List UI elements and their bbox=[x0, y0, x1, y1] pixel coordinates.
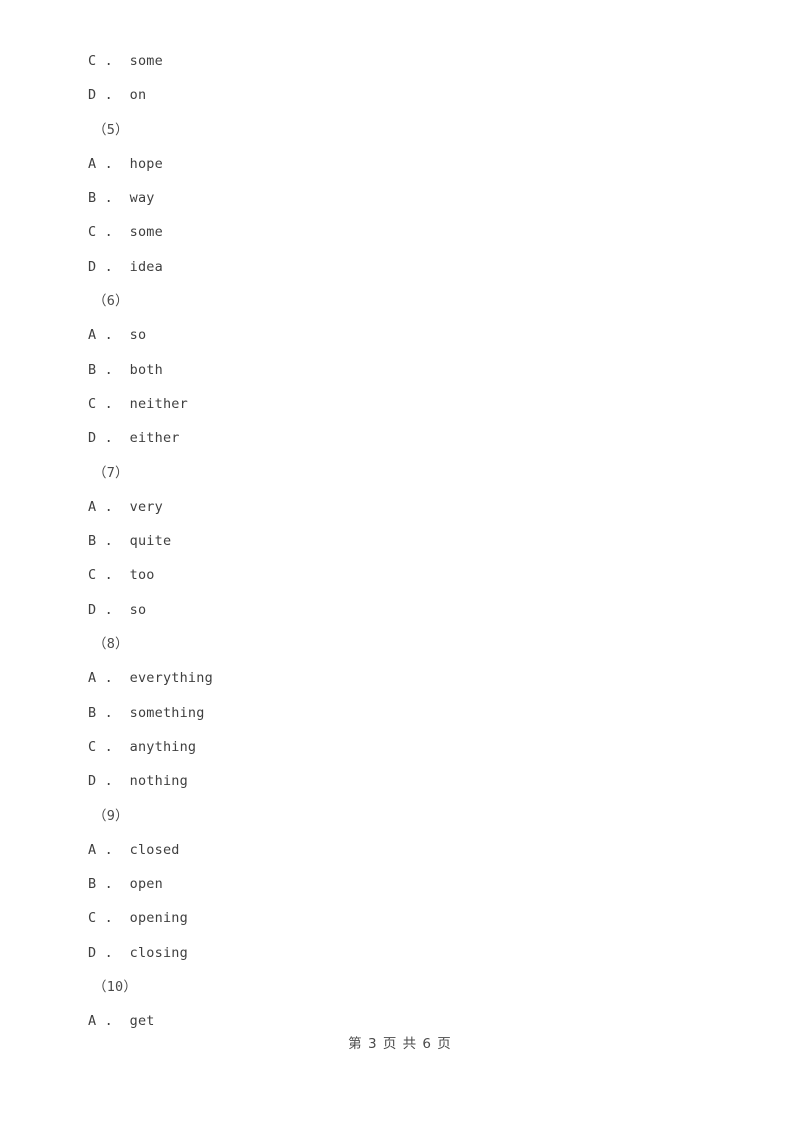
answer-option[interactable]: C . anything bbox=[88, 730, 708, 764]
answer-option[interactable]: C . some bbox=[88, 215, 708, 249]
question-number: （6） bbox=[93, 293, 129, 310]
question-number: （7） bbox=[93, 464, 129, 481]
exam-options-list: C . some D . on （5） A . hope B . way C . some… bbox=[88, 44, 708, 1039]
answer-option[interactable]: C . opening bbox=[88, 901, 708, 935]
answer-option[interactable]: D . so bbox=[88, 593, 708, 627]
answer-option[interactable]: A . closed bbox=[88, 833, 708, 867]
answer-option[interactable]: D . closing bbox=[88, 936, 708, 970]
question-number: （10） bbox=[93, 979, 138, 996]
answer-option[interactable]: B . way bbox=[88, 181, 708, 215]
answer-option[interactable]: C . too bbox=[88, 558, 708, 592]
question-number: （9） bbox=[93, 807, 129, 824]
question-number: （5） bbox=[93, 121, 129, 138]
page-number-footer: 第 3 页 共 6 页 bbox=[348, 1036, 452, 1052]
answer-option[interactable]: C . some bbox=[88, 44, 708, 78]
question-number: （8） bbox=[93, 636, 129, 653]
answer-option[interactable]: A . very bbox=[88, 490, 708, 524]
answer-option[interactable]: D . idea bbox=[88, 250, 708, 284]
answer-option[interactable]: B . something bbox=[88, 696, 708, 730]
answer-option[interactable]: B . both bbox=[88, 353, 708, 387]
answer-option[interactable]: D . nothing bbox=[88, 764, 708, 798]
answer-option[interactable]: B . quite bbox=[88, 524, 708, 558]
answer-option[interactable]: D . on bbox=[88, 78, 708, 112]
answer-option[interactable]: A . hope bbox=[88, 147, 708, 181]
answer-option[interactable]: D . either bbox=[88, 421, 708, 455]
answer-option[interactable]: A . so bbox=[88, 318, 708, 352]
document-page: C . some D . on （5） A . hope B . way C . some… bbox=[0, 0, 800, 1132]
answer-option[interactable]: A . everything bbox=[88, 661, 708, 695]
answer-option[interactable]: B . open bbox=[88, 867, 708, 901]
answer-option[interactable]: C . neither bbox=[88, 387, 708, 421]
